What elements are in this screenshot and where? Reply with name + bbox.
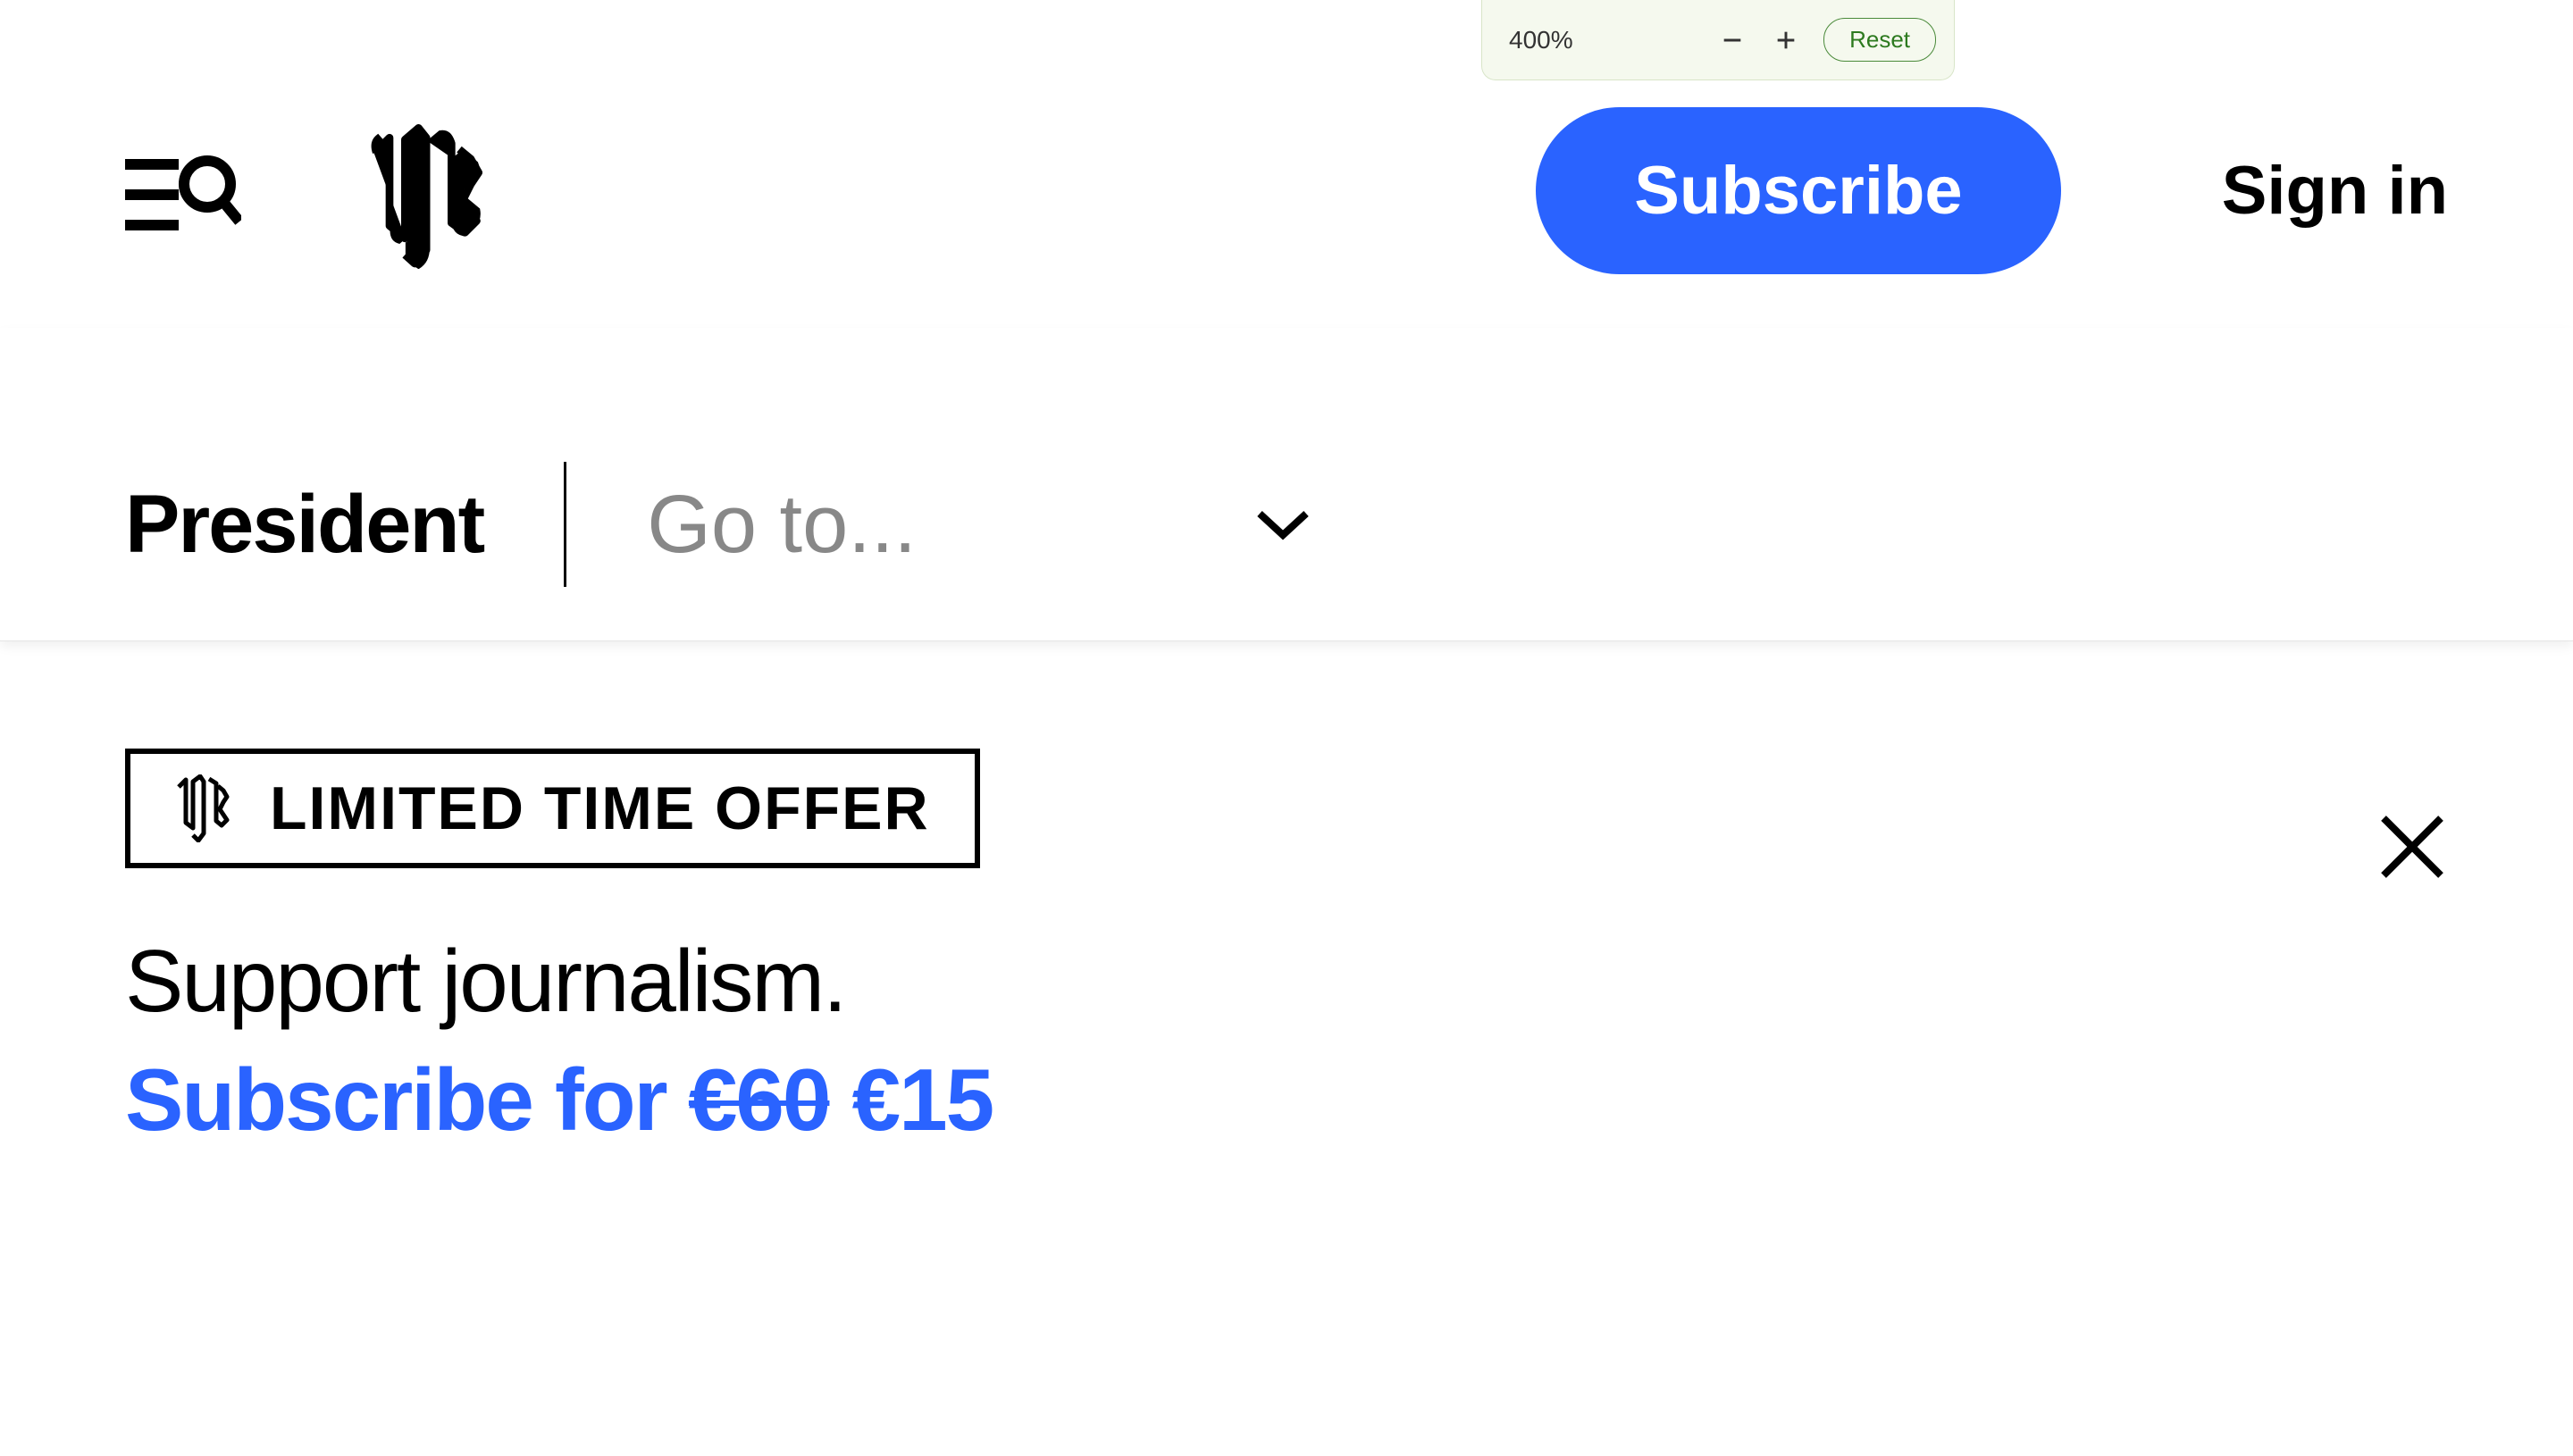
plus-icon: [1773, 28, 1798, 53]
wp-logo-small-icon: [175, 774, 234, 842]
zoom-in-button[interactable]: [1766, 21, 1806, 60]
zoom-control-bar: 400% Reset: [1481, 0, 1955, 80]
wp-logo-icon: [366, 124, 482, 270]
promo-cta-prefix: Subscribe for: [125, 1050, 689, 1149]
zoom-reset-button[interactable]: Reset: [1823, 18, 1936, 62]
promo-cta-strike: €60: [689, 1050, 830, 1149]
subscribe-button[interactable]: Subscribe: [1536, 107, 2060, 274]
minus-icon: [1720, 28, 1745, 53]
close-icon: [2376, 811, 2448, 883]
wp-logo[interactable]: [366, 124, 482, 258]
promo-badge: LIMITED TIME OFFER: [125, 749, 980, 868]
menu-search-button[interactable]: [125, 146, 241, 236]
section-nav: President Go to...: [0, 328, 2573, 641]
promo-headline: Support journalism.: [125, 931, 2448, 1032]
goto-dropdown[interactable]: Go to...: [647, 478, 1310, 572]
zoom-percent-label: 400%: [1500, 26, 1573, 54]
promo-cta[interactable]: Subscribe for €60 €15: [125, 1050, 2448, 1151]
zoom-out-button[interactable]: [1713, 21, 1752, 60]
goto-dropdown-label: Go to...: [647, 478, 917, 572]
nav-divider: [564, 462, 566, 587]
page-title: President: [125, 478, 483, 572]
promo-close-button[interactable]: [2376, 811, 2448, 883]
promo-banner: LIMITED TIME OFFER Support journalism. S…: [0, 641, 2573, 1222]
promo-cta-price: €15: [829, 1050, 993, 1149]
header-actions: Subscribe Sign in: [1536, 107, 2448, 274]
promo-badge-text: LIMITED TIME OFFER: [270, 774, 930, 843]
signin-link[interactable]: Sign in: [2222, 152, 2448, 230]
chevron-down-icon: [1256, 506, 1310, 542]
site-header: Subscribe Sign in: [0, 0, 2573, 328]
menu-search-icon: [125, 146, 241, 236]
